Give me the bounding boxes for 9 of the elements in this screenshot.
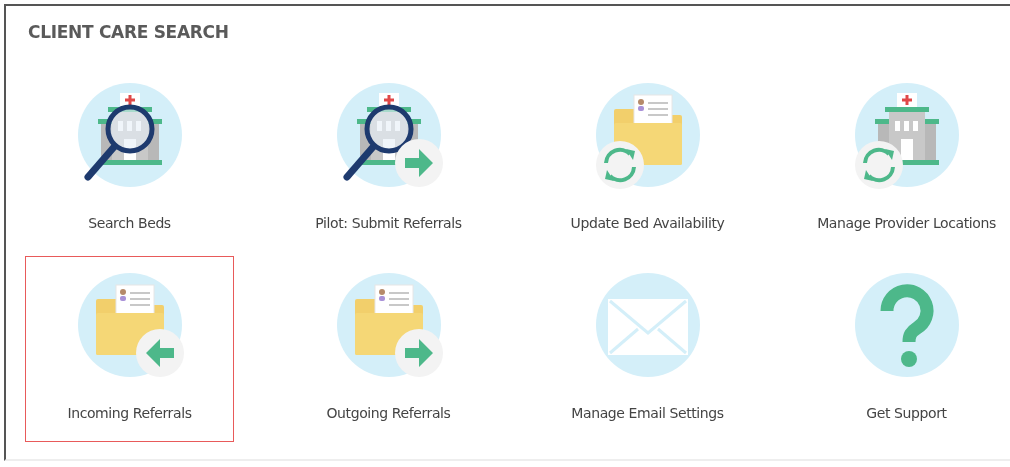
panel-title: CLIENT CARE SEARCH [28,22,229,42]
menu-tile[interactable]: Search Beds [25,66,234,252]
menu-tile[interactable]: Get Support [802,256,1010,442]
menu-tile[interactable]: Update Bed Availability [543,66,752,252]
menu-tile[interactable]: Manage Provider Locations [802,66,1010,252]
menu-tile[interactable]: Incoming Referrals [25,256,234,442]
menu-tile[interactable]: Pilot: Submit Referrals [284,66,493,252]
menu-tile[interactable]: Outgoing Referrals [284,256,493,442]
menu-tile[interactable]: Manage Email Settings [543,256,752,442]
